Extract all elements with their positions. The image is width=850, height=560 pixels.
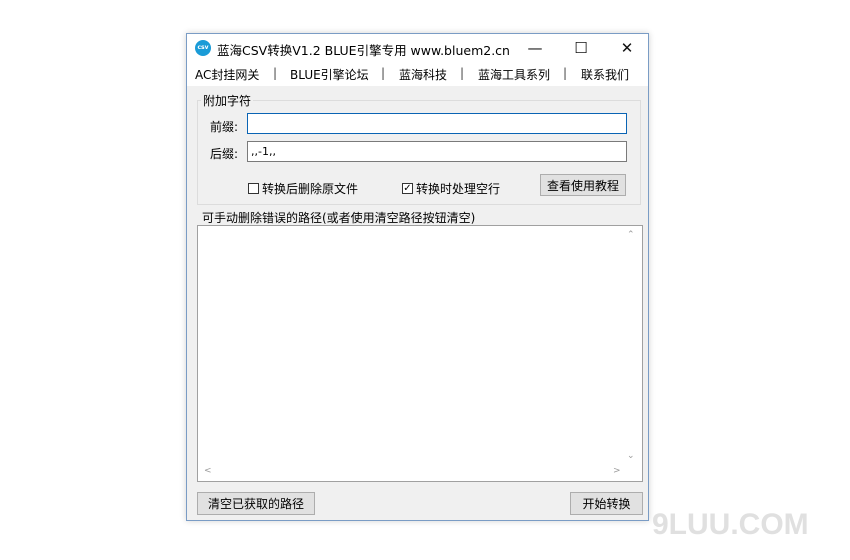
- maximize-button[interactable]: ☐: [558, 34, 604, 62]
- menu-separator: |: [273, 66, 278, 80]
- scroll-up-icon[interactable]: ⌃: [627, 230, 635, 240]
- handle-empty-lines-checkbox[interactable]: ✓ 转换时处理空行: [402, 180, 500, 197]
- view-tutorial-button[interactable]: 查看使用教程: [540, 174, 626, 196]
- handle-empty-lines-label: 转换时处理空行: [416, 182, 501, 196]
- close-button[interactable]: ✕: [604, 34, 650, 62]
- suffix-input[interactable]: [247, 141, 627, 162]
- app-window: csv 蓝海CSV转换V1.2 BLUE引擎专用 www.bluem2.cn —…: [186, 33, 649, 521]
- scroll-right-icon[interactable]: >: [613, 466, 621, 476]
- menu-item-tool-series[interactable]: 蓝海工具系列: [478, 66, 550, 83]
- watermark: 9LUU.COM: [652, 508, 809, 541]
- delete-after-convert-label: 转换后删除原文件: [262, 182, 359, 196]
- menu-item-ac-gateway[interactable]: AC封挂网关: [195, 66, 259, 83]
- suffix-label: 后缀:: [210, 147, 239, 161]
- prefix-input[interactable]: [247, 113, 627, 134]
- prefix-label: 前缀:: [210, 120, 239, 134]
- path-listbox[interactable]: ⌃ ⌄ < >: [197, 225, 643, 482]
- window-title: 蓝海CSV转换V1.2 BLUE引擎专用 www.bluem2.cn: [217, 43, 510, 58]
- path-list-label: 可手动删除错误的路径(或者使用清空路径按钮清空): [202, 211, 476, 225]
- start-convert-button[interactable]: 开始转换: [570, 492, 643, 515]
- scroll-down-icon[interactable]: ⌄: [627, 451, 635, 461]
- menu-separator: |: [563, 66, 568, 80]
- menu-separator: |: [460, 66, 465, 80]
- delete-after-convert-checkbox[interactable]: 转换后删除原文件: [248, 180, 358, 197]
- checkbox-unchecked-icon: [248, 183, 259, 194]
- menu-separator: |: [381, 66, 386, 80]
- menu-item-lanhai-tech[interactable]: 蓝海科技: [399, 66, 447, 83]
- menu-item-contact[interactable]: 联系我们: [581, 66, 629, 83]
- title-bar[interactable]: csv 蓝海CSV转换V1.2 BLUE引擎专用 www.bluem2.cn —…: [187, 34, 648, 62]
- affix-group-title: 附加字符: [201, 92, 254, 109]
- scroll-left-icon[interactable]: <: [204, 466, 212, 476]
- menu-item-blue-forum[interactable]: BLUE引擎论坛: [290, 66, 369, 83]
- menu-bar: AC封挂网关 | BLUE引擎论坛 | 蓝海科技 | 蓝海工具系列 | 联系我们: [187, 62, 648, 86]
- checkmark-icon: ✓: [402, 183, 413, 194]
- app-icon: csv: [195, 40, 211, 56]
- clear-paths-button[interactable]: 清空已获取的路径: [197, 492, 315, 515]
- minimize-button[interactable]: —: [512, 34, 558, 62]
